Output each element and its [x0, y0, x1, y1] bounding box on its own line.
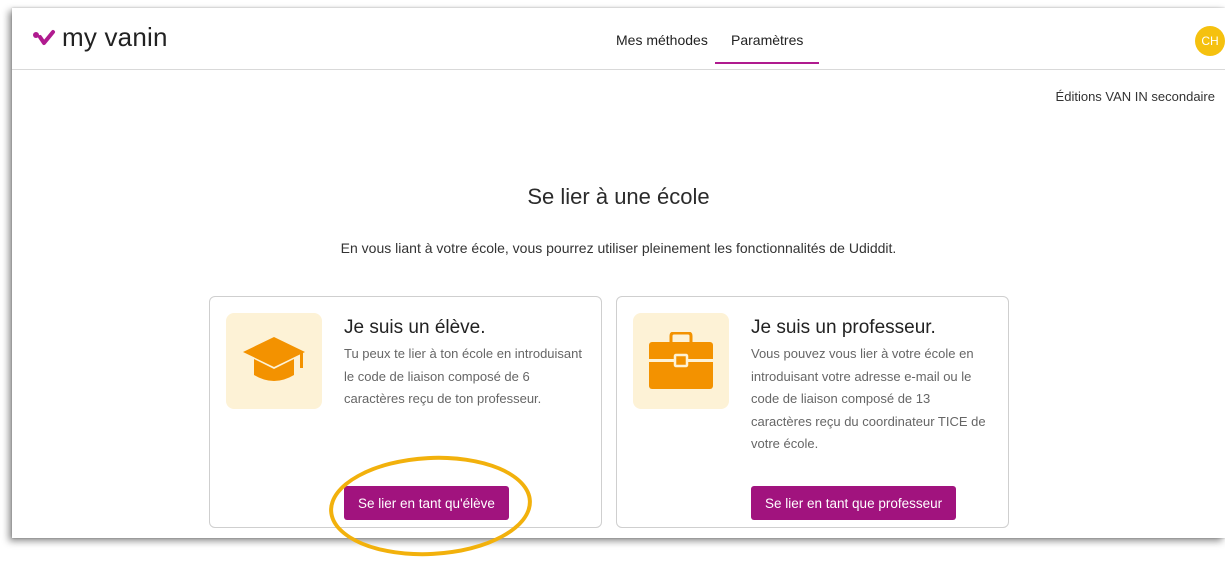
app-window: my vanin Mes méthodes Paramètres CH Édit… — [12, 8, 1225, 538]
teacher-card: Je suis un professeur. Vous pouvez vous … — [616, 296, 1009, 528]
student-card: Je suis un élève. Tu peux te lier à ton … — [209, 296, 602, 528]
graduation-cap-icon — [243, 337, 305, 381]
link-as-teacher-button[interactable]: Se lier en tant que professeur — [751, 486, 957, 520]
page-title: Se lier à une école — [527, 184, 710, 209]
student-icon-box — [226, 313, 322, 409]
user-avatar[interactable]: CH — [1195, 26, 1225, 56]
top-navigation-bar: my vanin Mes méthodes Paramètres CH — [12, 8, 1225, 70]
nav-item-mes-methodes[interactable]: Mes méthodes — [616, 32, 708, 48]
page-subtitle: En vous liant à votre école, vous pourre… — [340, 240, 897, 256]
link-as-student-button[interactable]: Se lier en tant qu'élève — [344, 486, 509, 520]
publisher-label[interactable]: Éditions VAN IN secondaire — [1056, 89, 1215, 104]
student-card-text: Tu peux te lier à ton école en introduis… — [344, 346, 582, 406]
main-nav: Mes méthodes Paramètres — [12, 8, 1225, 69]
nav-item-parametres[interactable]: Paramètres — [714, 32, 820, 64]
briefcase-icon — [649, 332, 713, 389]
student-card-title: Je suis un élève. — [344, 317, 486, 338]
teacher-card-title: Je suis un professeur. — [751, 317, 936, 338]
teacher-icon-box — [633, 313, 729, 409]
teacher-card-text: Vous pouvez vous lier à votre école en i… — [751, 346, 986, 451]
